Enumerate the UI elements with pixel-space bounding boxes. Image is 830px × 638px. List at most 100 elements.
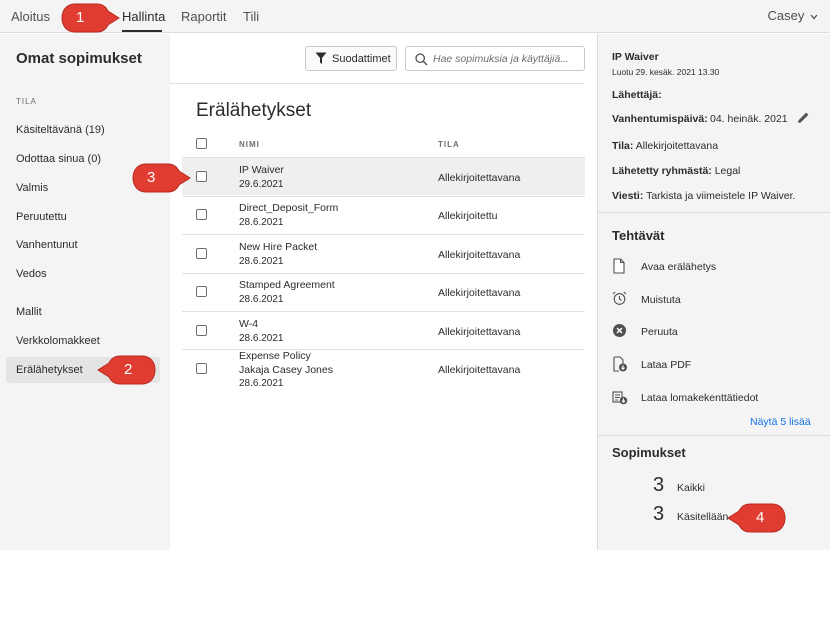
details-message-value: Tarkista ja viimeistele IP Waiver.: [646, 190, 796, 202]
row-status: Allekirjoitettu: [438, 210, 498, 222]
agreements-all-label[interactable]: Kaikki: [677, 482, 705, 494]
callout-number: 1: [76, 9, 85, 26]
sidebar-item-templates[interactable]: Mallit: [16, 306, 42, 318]
table-row[interactable]: Stamped Agreement 28.6.2021 Allekirjoite…: [182, 273, 585, 311]
table-row[interactable]: IP Waiver 29.6.2021 Allekirjoitettavana: [182, 157, 585, 195]
row-checkbox[interactable]: [196, 325, 207, 336]
page-title: Omat sopimukset: [16, 50, 142, 67]
callout-arrow-shape: [132, 163, 191, 193]
agreements-in-progress-label[interactable]: Käsitellään: [677, 511, 728, 523]
row-date: 28.6.2021: [239, 217, 284, 228]
task-open-mega-sign[interactable]: Avaa erälähetys: [612, 258, 812, 276]
search-box[interactable]: [405, 46, 585, 71]
sidebar-item-in-progress[interactable]: Käsiteltävänä (19): [16, 124, 105, 136]
sidebar-item-waiting-for-you[interactable]: Odottaa sinua (0): [16, 153, 101, 165]
details-sender-label: Lähettäjä:: [612, 89, 662, 101]
callout-3: 3: [131, 162, 191, 194]
document-icon: [613, 258, 625, 274]
sidebar: [0, 34, 170, 550]
row-date: 28.6.2021: [239, 378, 284, 389]
callout-4: 4: [727, 502, 787, 534]
task-label: Lataa lomakekenttätiedot: [641, 392, 759, 404]
row-date: 29.6.2021: [239, 179, 284, 190]
row-status: Allekirjoitettavana: [438, 326, 521, 338]
callout-1: 1: [60, 2, 120, 34]
task-label: Muistuta: [641, 294, 681, 306]
details-message: Viesti: Tarkista ja viimeistele IP Waive…: [612, 190, 795, 202]
row-status: Allekirjoitettavana: [438, 172, 521, 184]
search-input[interactable]: [433, 50, 581, 68]
column-header-status[interactable]: TILA: [438, 140, 460, 149]
table-row[interactable]: Direct_Deposit_Form 28.6.2021 Allekirjoi…: [182, 196, 585, 234]
row-date: 28.6.2021: [239, 294, 284, 305]
details-divider: [598, 212, 830, 213]
row-name[interactable]: Expense Policy: [239, 350, 311, 362]
download-form-data-icon: [612, 391, 628, 405]
search-icon: [415, 53, 428, 66]
row-name[interactable]: W-4: [239, 318, 258, 330]
sidebar-item-completed[interactable]: Valmis: [16, 182, 48, 194]
callout-number: 4: [756, 509, 765, 526]
task-label: Avaa erälähetys: [641, 261, 717, 273]
table-row[interactable]: New Hire Packet 28.6.2021 Allekirjoitett…: [182, 234, 585, 272]
details-message-label: Viesti:: [612, 190, 644, 202]
row-checkbox[interactable]: [196, 209, 207, 220]
agreements-heading: Sopimukset: [612, 445, 686, 460]
tab-tili[interactable]: Tili: [243, 9, 259, 24]
app-window: Aloitus Hallinta Raportit Tili Casey Oma…: [0, 0, 830, 550]
cancel-icon: [613, 324, 626, 337]
task-download-pdf[interactable]: Lataa PDF: [612, 356, 812, 374]
select-all-checkbox[interactable]: [196, 138, 207, 149]
callout-number: 2: [124, 361, 133, 378]
show-more-link[interactable]: Näytä 5 lisää: [750, 416, 811, 428]
row-checkbox[interactable]: [196, 248, 207, 259]
agreements-all-count[interactable]: 3: [653, 474, 664, 497]
chevron-down-icon: [810, 14, 818, 20]
row-checkbox[interactable]: [196, 171, 207, 182]
row-status: Allekirjoitettavana: [438, 249, 521, 261]
task-label: Lataa PDF: [641, 359, 692, 371]
details-created: Luotu 29. kesäk. 2021 13.30: [612, 67, 720, 77]
details-status: Tila: Allekirjoitettavana: [612, 140, 718, 152]
row-name[interactable]: New Hire Packet: [239, 241, 317, 253]
sidebar-section-label: TILA: [16, 97, 37, 106]
row-date: 28.6.2021: [239, 333, 284, 344]
tab-aloitus[interactable]: Aloitus: [11, 9, 50, 24]
row-checkbox[interactable]: [196, 286, 207, 297]
sidebar-item-web-forms[interactable]: Verkkolomakkeet: [16, 335, 100, 347]
details-expiry-value: 04. heinäk. 2021: [710, 113, 788, 125]
callout-number: 3: [147, 169, 156, 186]
row-name[interactable]: Direct_Deposit_Form: [239, 202, 338, 214]
details-group: Lähetetty ryhmästä: Legal: [612, 165, 740, 177]
filter-icon: [315, 52, 327, 64]
filters-button[interactable]: Suodattimet: [305, 46, 397, 71]
sidebar-item-expired[interactable]: Vanhentunut: [16, 239, 78, 251]
column-header-name[interactable]: NIMI: [239, 140, 260, 149]
user-name: Casey: [767, 8, 805, 23]
details-group-label: Lähetetty ryhmästä:: [612, 165, 712, 177]
details-group-value: Legal: [714, 165, 741, 177]
details-title: IP Waiver: [612, 51, 659, 63]
tab-hallinta[interactable]: Hallinta: [122, 9, 165, 24]
active-tab-indicator: [122, 30, 162, 32]
sidebar-item-mega-sign[interactable]: Erälähetykset: [16, 364, 83, 376]
user-menu[interactable]: Casey: [768, 8, 818, 23]
sidebar-item-draft[interactable]: Vedos: [16, 268, 47, 280]
row-name[interactable]: Stamped Agreement: [239, 279, 335, 291]
row-status: Allekirjoitettavana: [438, 364, 521, 376]
table-row[interactable]: W-4 28.6.2021 Allekirjoitettavana: [182, 311, 585, 349]
row-name[interactable]: IP Waiver: [239, 164, 284, 176]
row-status: Allekirjoitettavana: [438, 287, 521, 299]
row-checkbox[interactable]: [196, 363, 207, 374]
table-row[interactable]: Expense Policy Jakaja Casey Jones 28.6.2…: [182, 349, 585, 418]
row-sender: Jakaja Casey Jones: [239, 364, 333, 376]
task-remind[interactable]: Muistuta: [612, 291, 812, 309]
task-cancel[interactable]: Peruuta: [612, 323, 812, 341]
callout-arrow-shape: [61, 3, 120, 33]
task-download-form-data[interactable]: Lataa lomakekenttätiedot: [612, 389, 822, 407]
tab-raportit[interactable]: Raportit: [181, 9, 227, 24]
sidebar-item-cancelled[interactable]: Peruutettu: [16, 211, 67, 223]
agreements-in-progress-count[interactable]: 3: [653, 503, 664, 526]
pencil-icon[interactable]: [797, 111, 810, 124]
alarm-clock-icon: [612, 291, 627, 305]
